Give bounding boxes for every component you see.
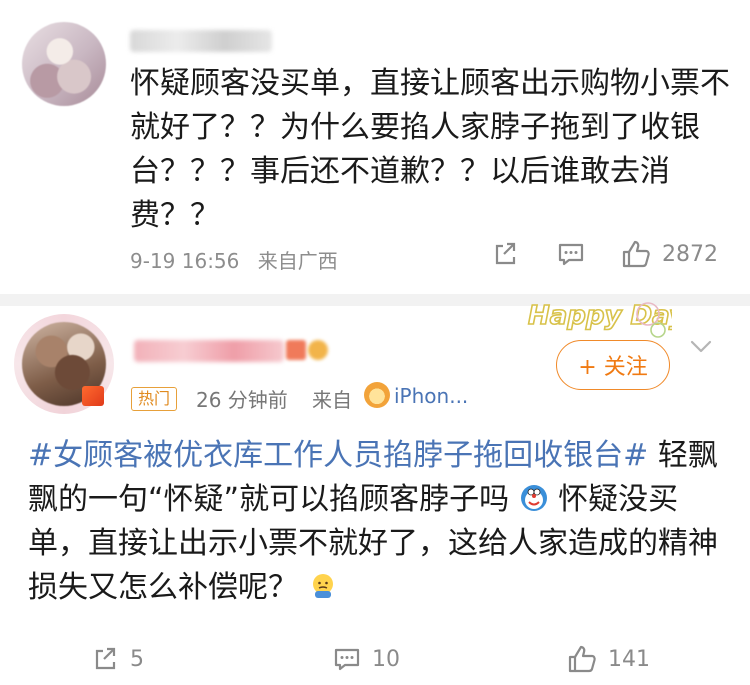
- share-button[interactable]: 5: [92, 645, 144, 673]
- user-badge: [308, 340, 328, 360]
- comment-text: 怀疑顾客没买单，直接让顾客出示购物小票不就好了？？为什么要掐人家脖子拖到了收银台…: [130, 66, 730, 233]
- doraemon-emoji-icon: [520, 485, 547, 511]
- lion-icon: [364, 382, 390, 408]
- like-count: 141: [608, 646, 650, 672]
- share-icon: [95, 647, 116, 670]
- comment-icon: [558, 243, 584, 266]
- like-count: 2872: [662, 241, 718, 267]
- thumbs-up-icon: [568, 645, 596, 673]
- comment-time: 26 分钟前: [196, 388, 288, 412]
- share-count: 5: [130, 646, 144, 672]
- source-label: 来自: [312, 388, 352, 412]
- decoration-text: Happy Day: [528, 301, 672, 331]
- hot-badge: 热门: [131, 387, 178, 411]
- comment-location: 来自广西: [257, 249, 338, 273]
- device-link[interactable]: iPhon...: [394, 384, 468, 408]
- comment-icon: [334, 648, 360, 671]
- comment-button[interactable]: [556, 240, 586, 268]
- comment-button[interactable]: 10: [332, 645, 400, 673]
- hashtag-link[interactable]: #女顾客被优衣库工作人员掐脖子拖回收银台#: [28, 438, 648, 473]
- share-icon: [495, 242, 516, 265]
- comment-count: 10: [372, 646, 400, 672]
- comment-meta: 9-19 16:56 来自广西: [130, 245, 350, 274]
- username-blurred[interactable]: [134, 340, 284, 362]
- like-button[interactable]: 2872: [620, 238, 718, 270]
- chevron-down-icon[interactable]: [686, 332, 716, 362]
- username-blurred[interactable]: [130, 30, 272, 52]
- share-button[interactable]: [492, 240, 520, 268]
- avatar[interactable]: [22, 22, 106, 106]
- comment-text: #女顾客被优衣库工作人员掐脖子拖回收银台# 轻飘飘的一句“怀疑”就可以掐顾客脖子…: [28, 434, 728, 610]
- thumbs-up-icon: [622, 240, 650, 268]
- comment-date: 9-19 16:56: [130, 249, 240, 273]
- avatar-badge: [82, 386, 104, 406]
- like-button[interactable]: 141: [566, 643, 650, 675]
- user-badge: [286, 340, 306, 360]
- follow-button[interactable]: + 关注: [556, 340, 670, 390]
- sweat-smile-emoji-icon: [312, 574, 333, 598]
